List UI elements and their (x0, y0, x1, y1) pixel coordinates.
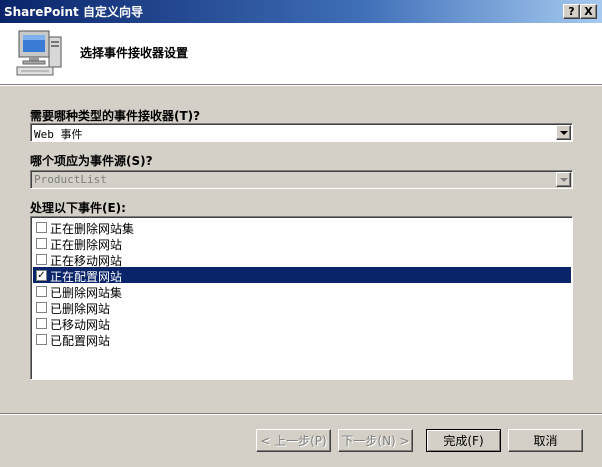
close-button[interactable]: X (580, 4, 597, 19)
event-checkbox[interactable] (36, 318, 47, 329)
event-source-label: 哪个项应为事件源(S)? (30, 154, 153, 168)
event-item-provisioning-site[interactable]: ✓ 正在配置网站 (33, 267, 571, 284)
back-button[interactable]: < 上一步(P) (256, 429, 331, 452)
window-title: SharePoint 自定义向导 (4, 5, 143, 19)
receiver-type-value: Web 事件 (34, 128, 83, 141)
event-item-provisioned-site[interactable]: 已配置网站 (33, 331, 571, 348)
event-item-deleted-site[interactable]: 已删除网站 (33, 299, 571, 316)
event-item-moved-site[interactable]: 已移动网站 (33, 315, 571, 332)
event-checkbox[interactable] (36, 302, 47, 313)
event-item-deleting-site-collection[interactable]: 正在删除网站集 (33, 219, 571, 236)
event-source-value: ProductList (34, 173, 107, 186)
event-checkbox-checked[interactable]: ✓ (36, 270, 47, 281)
finish-button[interactable]: 完成(F) (426, 429, 501, 452)
event-checkbox[interactable] (36, 286, 47, 297)
event-checkbox[interactable] (36, 334, 47, 345)
footer-divider-highlight (0, 414, 602, 415)
help-button[interactable]: ? (563, 4, 580, 19)
receiver-type-label: 需要哪种类型的事件接收器(T)? (30, 109, 201, 123)
event-item-deleted-site-collection[interactable]: 已删除网站集 (33, 283, 571, 300)
event-checkbox[interactable] (36, 254, 47, 265)
page-title: 选择事件接收器设置 (80, 46, 189, 60)
receiver-type-select[interactable]: Web 事件 (30, 123, 573, 142)
cancel-button[interactable]: 取消 (508, 429, 583, 452)
event-item-deleting-site[interactable]: 正在删除网站 (33, 235, 571, 252)
title-bar[interactable]: SharePoint 自定义向导 ? X (0, 0, 602, 23)
wizard-window: SharePoint 自定义向导 ? X 选择事件接收器设置 需要哪种类型的事件… (0, 0, 602, 467)
chevron-down-icon[interactable] (556, 125, 571, 140)
computer-wizard-icon (16, 30, 62, 76)
event-checkbox[interactable] (36, 238, 47, 249)
events-checklist[interactable]: 正在删除网站集 正在删除网站 正在移动网站 ✓ 正在配置网站 已删除网站集 已删… (30, 216, 573, 380)
next-button[interactable]: 下一步(N) > (338, 429, 413, 452)
event-source-select: ProductList (30, 170, 573, 189)
event-item-moving-site[interactable]: 正在移动网站 (33, 251, 571, 268)
wizard-header: 选择事件接收器设置 (0, 23, 602, 86)
chevron-down-icon (556, 172, 571, 187)
events-label: 处理以下事件(E): (30, 201, 126, 215)
event-checkbox[interactable] (36, 222, 47, 233)
